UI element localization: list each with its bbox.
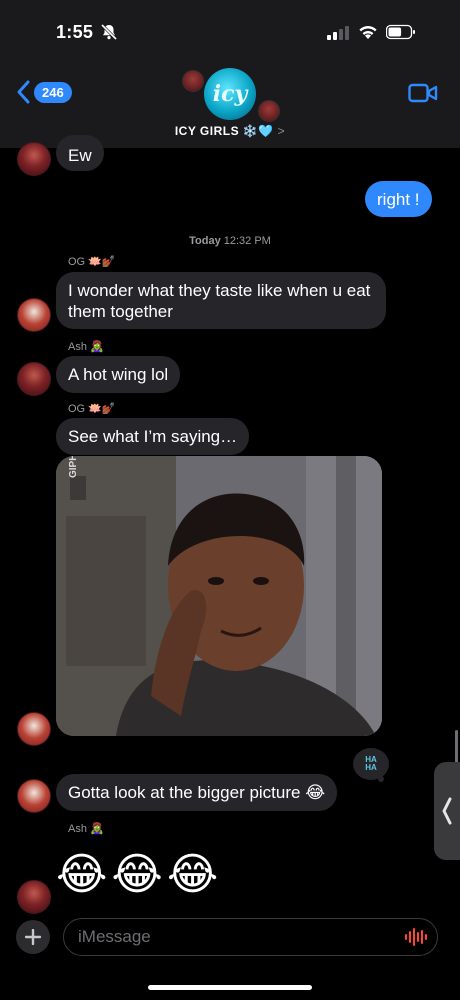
status-time: 1:55 (56, 22, 94, 42)
plus-icon (25, 929, 41, 945)
timestamp-day: Today (189, 235, 221, 247)
member-avatar-right (258, 100, 280, 122)
wifi-icon (359, 26, 377, 39)
timestamp-time: 12:32 PM (223, 235, 271, 247)
group-avatar-label: icy (212, 81, 248, 107)
side-drawer-handle[interactable] (434, 762, 460, 860)
group-avatar[interactable]: icy (204, 68, 256, 120)
sender-name: Ash 🧟‍♀️ (68, 341, 104, 353)
home-indicator[interactable] (148, 985, 312, 990)
cellular-signal-icon (327, 26, 349, 40)
unread-count-badge: 246 (34, 81, 72, 103)
message-bubble[interactable]: Gotta look at the bigger picture 😂 (56, 774, 338, 811)
sender-avatar[interactable] (17, 779, 51, 813)
audio-message-icon[interactable] (404, 927, 428, 947)
message-text: See what I’m saying… (68, 427, 238, 446)
conversation-timestamp: Today 12:32 PM (0, 235, 460, 247)
message-bubble[interactable]: Ew (56, 135, 104, 171)
member-avatar-left (182, 70, 204, 92)
message-bubble[interactable]: A hot wing lol (56, 356, 181, 393)
silent-mode-icon (100, 23, 118, 41)
sent-message-bubble[interactable]: right ! (365, 181, 432, 217)
sender-avatar[interactable] (17, 362, 51, 396)
sender-name: Ash 🧟‍♀️ (68, 823, 104, 835)
emoji-message[interactable]: 😂😂😂 (56, 850, 222, 900)
chevron-left-icon (442, 797, 452, 825)
video-call-icon[interactable] (408, 82, 438, 104)
sender-avatar[interactable] (17, 142, 51, 176)
group-name-label: ICY GIRLS ❄️🩵 (174, 124, 274, 138)
tapback-label: HA HA (365, 755, 377, 772)
sender-name: OG 🪷💅🏾 (68, 256, 116, 268)
back-button[interactable]: 246 (16, 80, 72, 104)
sender-name: OG 🪷💅🏾 (68, 403, 116, 415)
battery-icon (386, 24, 415, 40)
message-text: I wonder what they taste like when u eat… (68, 281, 371, 321)
conversation-header: 1:55 246 icy ICY GIRLS ❄️🩵 > (0, 0, 460, 148)
tapback-tail (378, 776, 384, 782)
message-bubble[interactable]: I wonder what they taste like when u eat… (56, 272, 386, 329)
message-text: A hot wing lol (68, 365, 169, 384)
apps-plus-button[interactable] (16, 920, 50, 954)
message-text: right ! (377, 190, 420, 209)
gif-image[interactable]: GIPHY (56, 456, 382, 736)
gif-watermark: GIPHY (68, 456, 79, 478)
haha-tapback[interactable]: HA HA (351, 746, 391, 782)
chevron-left-icon (17, 80, 30, 104)
message-text: Ew (68, 146, 92, 165)
sender-avatar[interactable] (17, 880, 51, 914)
sender-avatar[interactable] (17, 298, 51, 332)
sender-avatar[interactable] (17, 712, 51, 746)
gif-illustration (56, 456, 382, 736)
message-bubble[interactable]: See what I’m saying… (56, 418, 250, 455)
chevron-right-icon: > (277, 124, 286, 138)
imessage-input[interactable] (63, 918, 438, 956)
message-text: Gotta look at the bigger picture 😂 (68, 783, 326, 802)
